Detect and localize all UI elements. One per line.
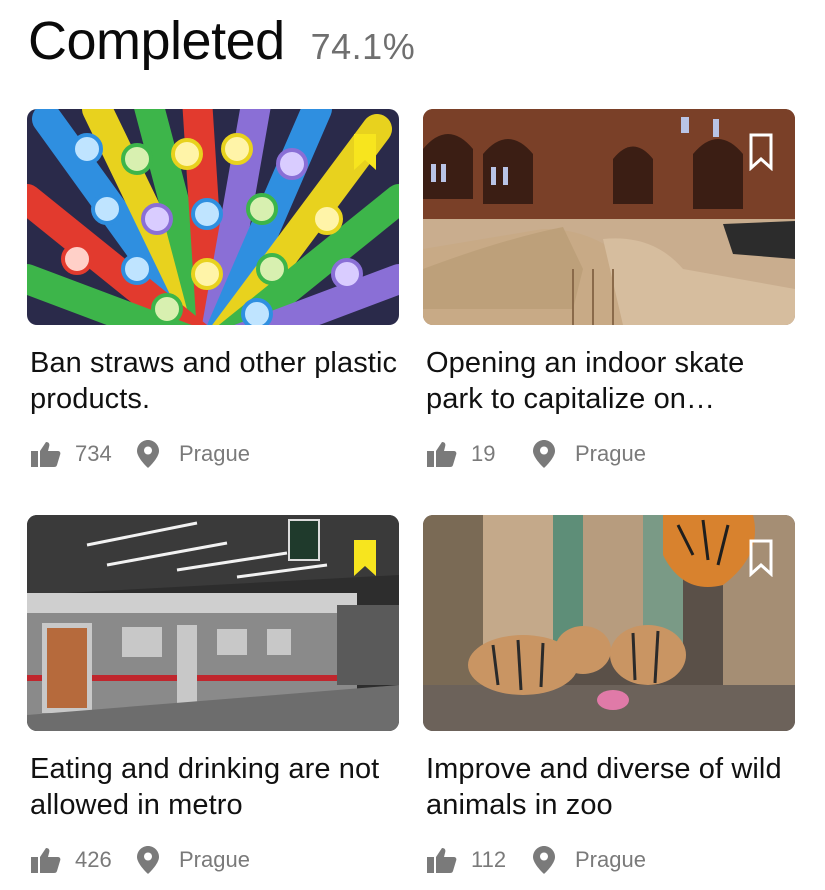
like-count: 734 <box>75 441 112 466</box>
idea-card[interactable]: Eating and drinking are not allowed in m… <box>27 515 399 874</box>
thumbs-up-icon[interactable] <box>427 441 457 467</box>
header: Completed 74.1% <box>28 10 415 72</box>
card-caption[interactable]: Eating and drinking are not allowed in m… <box>27 751 399 823</box>
location-label: Prague <box>575 847 646 872</box>
colorful-straws-image <box>27 109 399 325</box>
idea-card[interactable]: Improve and diverse of wild animals in z… <box>423 515 795 874</box>
indoor-skate-park-image <box>423 109 795 325</box>
location-pin-icon <box>533 846 555 874</box>
card-meta: 426 Prague <box>31 846 250 874</box>
card-meta: 19 Prague <box>427 440 646 468</box>
bookmark-icon[interactable] <box>353 539 377 577</box>
location-pin-icon <box>137 846 159 874</box>
card-image[interactable] <box>27 515 399 731</box>
card-caption[interactable]: Ban straws and other plastic products. <box>27 345 399 417</box>
metro-station-image <box>27 515 399 731</box>
thumbs-up-icon[interactable] <box>31 441 61 467</box>
idea-card[interactable]: Ban straws and other plastic products. 7… <box>27 109 399 468</box>
like-count: 112 <box>471 847 507 872</box>
card-image[interactable] <box>27 109 399 325</box>
page-title: Completed <box>28 11 285 71</box>
tiger-cubs-image <box>423 515 795 731</box>
card-image[interactable] <box>423 515 795 731</box>
idea-card[interactable]: Opening an indoor skate park to capitali… <box>423 109 795 468</box>
bookmark-icon[interactable] <box>353 133 377 171</box>
card-caption[interactable]: Improve and diverse of wild animals in z… <box>423 751 795 823</box>
card-caption[interactable]: Opening an indoor skate park to capitali… <box>423 345 795 417</box>
bookmark-icon[interactable] <box>749 539 773 577</box>
card-image[interactable] <box>423 109 795 325</box>
location-pin-icon <box>533 440 555 468</box>
like-count: 19 <box>471 441 496 466</box>
like-count: 426 <box>75 847 112 872</box>
card-meta: 734 Prague <box>31 440 250 468</box>
bookmark-icon[interactable] <box>749 133 773 171</box>
location-pin-icon <box>137 440 159 468</box>
location-label: Prague <box>179 441 250 466</box>
thumbs-up-icon[interactable] <box>31 847 61 873</box>
completion-percent: 74.1% <box>310 26 416 67</box>
location-label: Prague <box>575 441 646 466</box>
thumbs-up-icon[interactable] <box>427 847 457 873</box>
card-meta: 112 Prague <box>427 846 646 874</box>
location-label: Prague <box>179 847 250 872</box>
